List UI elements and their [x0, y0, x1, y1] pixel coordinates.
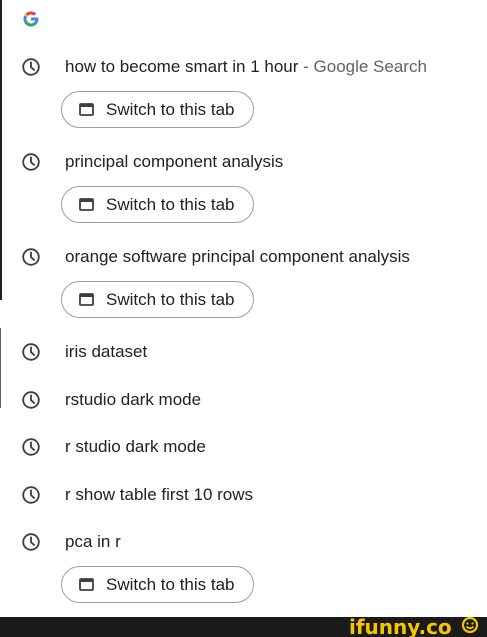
tab-icon [79, 293, 94, 306]
suggestion-text: orange software principal component anal… [65, 247, 410, 266]
ifunny-watermark: ifunny.co [349, 615, 479, 637]
switch-to-tab-label: Switch to this tab [106, 290, 235, 309]
suggestion-query: how to become smart in 1 hour [65, 57, 299, 76]
clock-icon [22, 533, 40, 551]
suggestion-text: r studio dark mode [65, 437, 206, 456]
switch-to-tab-button[interactable]: Switch to this tab [61, 281, 254, 318]
switch-to-tab-label: Switch to this tab [106, 100, 235, 119]
switch-to-tab-label: Switch to this tab [106, 575, 235, 594]
google-logo-icon [23, 11, 39, 27]
switch-to-tab-button[interactable]: Switch to this tab [61, 566, 254, 603]
history-suggestion[interactable]: r studio dark mode [0, 425, 487, 469]
clock-icon [22, 58, 40, 76]
title-separator: - [298, 57, 314, 76]
switch-to-tab-button[interactable]: Switch to this tab [61, 186, 254, 223]
tab-icon [79, 578, 94, 591]
clock-icon [22, 153, 40, 171]
switch-to-tab-label: Switch to this tab [106, 195, 235, 214]
watermark-bar: ifunny.co [0, 615, 487, 637]
tab-icon [79, 198, 94, 211]
clock-icon [22, 343, 40, 361]
suggestion-text: principal component analysis [65, 152, 284, 171]
history-suggestion[interactable]: principal component analysis [0, 140, 487, 184]
suggestion-text: pca in r [65, 532, 121, 551]
suggestion-text: rstudio dark mode [65, 390, 202, 409]
switch-to-tab-button[interactable]: Switch to this tab [61, 91, 254, 128]
suggestion-text: r show table first 10 rows [65, 485, 254, 504]
suggestion-text: how to become smart in 1 hour - Google S… [65, 56, 427, 78]
suggestion-text: iris dataset [65, 342, 148, 361]
history-suggestion[interactable]: orange software principal component anal… [0, 235, 487, 279]
history-suggestion[interactable]: iris dataset [0, 330, 487, 374]
clock-icon [22, 391, 40, 409]
clock-icon [22, 248, 40, 266]
history-suggestion[interactable]: r show table first 10 rows [0, 473, 487, 517]
clock-icon [22, 438, 40, 456]
history-suggestion[interactable]: rstudio dark mode [0, 378, 487, 422]
history-suggestion[interactable]: how to become smart in 1 hour - Google S… [0, 45, 487, 89]
svg-text:ifunny.co: ifunny.co [349, 615, 452, 637]
tab-icon [79, 103, 94, 116]
suggestion-site: Google Search [313, 57, 427, 76]
clock-icon [22, 486, 40, 504]
history-suggestion[interactable]: pca in r [0, 520, 487, 564]
